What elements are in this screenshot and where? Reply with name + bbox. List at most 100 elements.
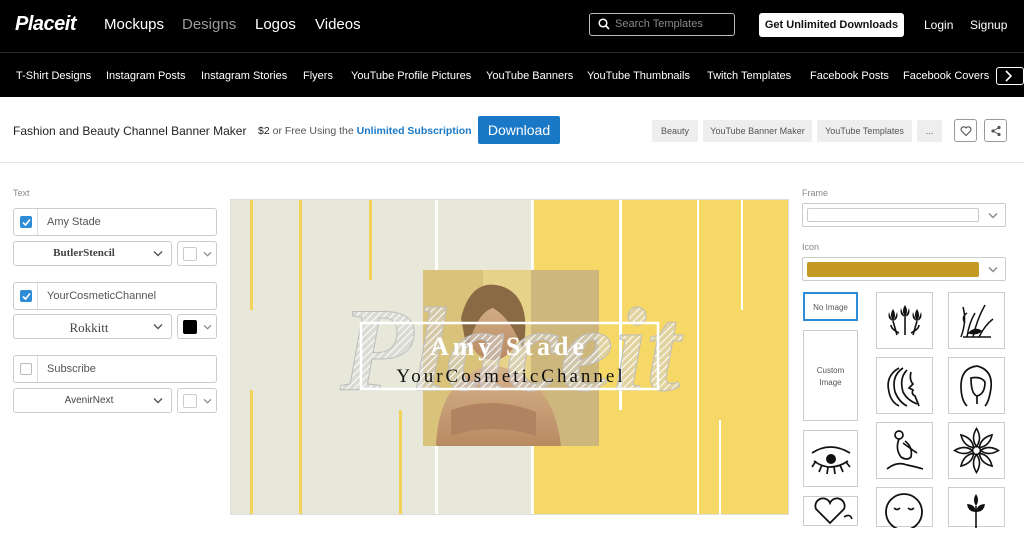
share-icon xyxy=(991,125,1001,137)
category-tshirt-designs[interactable]: T-Shirt Designs xyxy=(16,70,91,82)
frame-select[interactable] xyxy=(802,203,1006,227)
name-checkbox[interactable] xyxy=(20,216,32,228)
tag-beauty[interactable]: Beauty xyxy=(652,120,698,142)
banner-stripe xyxy=(250,200,253,310)
color-select-name[interactable] xyxy=(177,241,217,266)
heart-icon xyxy=(814,497,853,525)
category-twitch-templates[interactable]: Twitch Templates xyxy=(707,70,791,82)
chevron-down-icon xyxy=(988,213,998,219)
favorite-button[interactable] xyxy=(954,119,977,142)
subscribe-checkbox[interactable] xyxy=(20,363,32,375)
category-youtube-banners[interactable]: YouTube Banners xyxy=(486,70,573,82)
font-select-name[interactable]: ButlerStencil xyxy=(13,241,172,266)
get-unlimited-downloads-button[interactable]: Get Unlimited Downloads xyxy=(759,13,904,37)
grass-icon xyxy=(960,304,994,338)
nav-videos[interactable]: Videos xyxy=(315,16,361,33)
price-or-text: or Free Using the xyxy=(272,125,354,137)
icon-tile-custom-image[interactable]: Custom Image xyxy=(803,330,858,421)
color-select-channel[interactable] xyxy=(177,314,217,339)
category-instagram-stories[interactable]: Instagram Stories xyxy=(201,70,287,82)
icon-tile-woman-profile[interactable] xyxy=(948,357,1005,414)
icon-tile-woman-hair[interactable] xyxy=(876,357,933,414)
chevron-down-icon xyxy=(153,398,163,404)
placeit-logo[interactable]: Placeit xyxy=(15,13,76,36)
banner-channel-text: YourCosmeticChannel xyxy=(396,366,625,387)
signup-link[interactable]: Signup xyxy=(970,18,1007,32)
nav-designs[interactable]: Designs xyxy=(182,16,236,33)
chevron-down-icon xyxy=(988,267,998,273)
banner-preview[interactable]: Placeit Amy Stade YourCosmeticChannel xyxy=(230,199,789,515)
category-instagram-posts[interactable]: Instagram Posts xyxy=(106,70,185,82)
font-select-value: Rokkitt xyxy=(69,320,109,335)
icon-tile-face[interactable] xyxy=(876,487,933,531)
icon-tile-tulips[interactable] xyxy=(876,292,933,349)
woman-hair-icon xyxy=(887,367,920,407)
tag-youtube-banner-maker[interactable]: YouTube Banner Maker xyxy=(703,120,812,142)
icon-tile-lotus-flower[interactable] xyxy=(948,422,1005,479)
banner-stripe xyxy=(719,420,721,514)
page-title: Fashion and Beauty Channel Banner Maker xyxy=(13,124,247,138)
category-youtube-profile-pictures[interactable]: YouTube Profile Pictures xyxy=(351,70,471,82)
category-facebook-posts[interactable]: Facebook Posts xyxy=(810,70,889,82)
category-flyers[interactable]: Flyers xyxy=(303,70,333,82)
plant-icon xyxy=(967,494,985,528)
icon-tile-yoga-pose[interactable] xyxy=(876,422,933,479)
text-field-name[interactable]: Amy Stade xyxy=(13,208,217,236)
price-info: $2 or Free Using the Unlimited Subscript… xyxy=(258,125,472,137)
price-value: $2 xyxy=(258,125,270,137)
channel-checkbox[interactable] xyxy=(20,290,32,302)
chevron-down-icon xyxy=(153,324,163,330)
subscribe-input[interactable]: Subscribe xyxy=(47,363,96,375)
chevron-down-icon xyxy=(203,324,212,330)
icon-tile-heart[interactable] xyxy=(803,496,858,526)
face-icon xyxy=(885,493,923,531)
unlimited-subscription-link[interactable]: Unlimited Subscription xyxy=(357,125,472,137)
color-select-subscribe[interactable] xyxy=(177,388,217,413)
category-bar: T-Shirt Designs Instagram Posts Instagra… xyxy=(0,52,1024,97)
search-icon xyxy=(598,18,610,30)
icon-tile-no-image[interactable]: No Image xyxy=(803,292,858,321)
search-placeholder: Search Templates xyxy=(615,18,703,30)
search-input[interactable]: Search Templates xyxy=(589,13,735,36)
yoga-pose-icon xyxy=(886,430,924,470)
font-select-subscribe[interactable]: AvenirNext xyxy=(13,388,172,413)
frame-preview xyxy=(807,208,979,222)
top-navigation: Placeit Mockups Designs Logos Videos Sea… xyxy=(0,0,1024,52)
icon-color-swatch xyxy=(807,262,979,277)
nav-mockups[interactable]: Mockups xyxy=(104,16,164,33)
category-scroll-right-button[interactable] xyxy=(996,67,1024,85)
font-select-value: AvenirNext xyxy=(64,395,114,406)
category-facebook-covers[interactable]: Facebook Covers xyxy=(903,70,989,82)
eye-lashes-icon xyxy=(811,446,851,475)
icon-tile-grass[interactable] xyxy=(948,292,1005,349)
chevron-right-icon xyxy=(1005,70,1013,82)
no-image-label: No Image xyxy=(813,303,848,312)
text-field-channel[interactable]: YourCosmeticChannel xyxy=(13,282,217,310)
color-swatch xyxy=(183,320,197,334)
channel-input[interactable]: YourCosmeticChannel xyxy=(47,290,156,302)
icon-tile-plant[interactable] xyxy=(948,487,1005,528)
lotus-flower-icon xyxy=(952,426,1001,475)
font-select-channel[interactable]: Rokkitt xyxy=(13,314,172,339)
icon-color-select[interactable] xyxy=(802,257,1006,281)
frame-section-label: Frame xyxy=(802,188,829,198)
tag-youtube-templates[interactable]: YouTube Templates xyxy=(817,120,912,142)
login-link[interactable]: Login xyxy=(924,18,953,32)
font-select-value: ButlerStencil xyxy=(53,247,115,259)
share-button[interactable] xyxy=(984,119,1007,142)
category-youtube-thumbnails[interactable]: YouTube Thumbnails xyxy=(587,70,690,82)
download-button[interactable]: Download xyxy=(478,116,560,144)
icon-tile-eye-lashes[interactable] xyxy=(803,430,858,487)
tulips-icon xyxy=(888,305,922,336)
checkmark-icon xyxy=(22,218,31,227)
custom-image-label: Custom Image xyxy=(816,366,845,387)
nav-logos[interactable]: Logos xyxy=(255,16,296,33)
tag-more[interactable]: ... xyxy=(917,120,942,142)
checkmark-icon xyxy=(22,292,31,301)
name-input[interactable]: Amy Stade xyxy=(47,216,101,228)
header-divider xyxy=(0,162,1024,163)
text-section-label: Text xyxy=(13,188,30,198)
text-field-subscribe[interactable]: Subscribe xyxy=(13,355,217,383)
banner-stripe xyxy=(399,410,402,514)
chevron-down-icon xyxy=(203,398,212,404)
